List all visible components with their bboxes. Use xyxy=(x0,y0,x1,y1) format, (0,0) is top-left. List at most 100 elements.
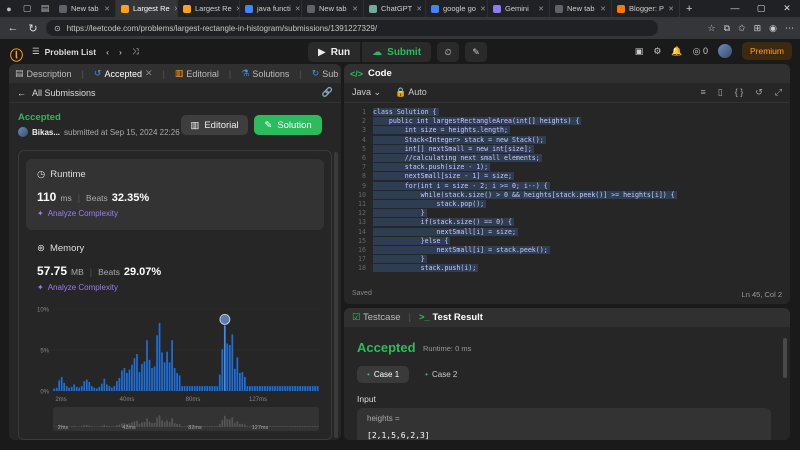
browser-tab[interactable]: ChatGPT ✕ xyxy=(364,0,426,17)
extensions-icon[interactable]: ⊞ xyxy=(754,23,762,34)
close-tab-icon[interactable]: ✕ xyxy=(416,5,422,13)
code-line[interactable]: 14 nextSmall[i] = size; xyxy=(344,227,790,237)
problem-list-link[interactable]: Problem List xyxy=(45,47,96,57)
url-field[interactable]: ⊙ https://leetcode.com/problems/largest-… xyxy=(46,20,658,36)
site-info-icon[interactable]: ⊙ xyxy=(54,24,61,33)
fullscreen-icon[interactable]: ⤢ xyxy=(775,87,782,98)
close-tab-icon[interactable]: ✕ xyxy=(145,68,153,79)
code-line[interactable]: 4 Stack<Integer> stack = new Stack(); xyxy=(344,135,790,145)
braces-icon[interactable]: { } xyxy=(735,87,744,98)
case-2-tab[interactable]: • Case 2 xyxy=(415,366,467,383)
browser-tab[interactable]: New tab ✕ xyxy=(54,0,116,17)
code-line[interactable]: 10 while(stack.size() > 0 && heights[sta… xyxy=(344,190,790,200)
tab-editorial[interactable]: ▥ Editorial xyxy=(175,68,219,79)
left-scrollbar[interactable] xyxy=(334,152,338,438)
next-problem-icon[interactable]: › xyxy=(119,47,122,57)
code-line[interactable]: 7 stack.push(size - 1); xyxy=(344,163,790,172)
star-icon[interactable]: ☆ xyxy=(708,23,716,34)
analyze-complexity-link[interactable]: ✦ Analyze Complexity xyxy=(37,283,313,292)
close-tab-icon[interactable]: ✕ xyxy=(295,5,301,13)
result-scrollbar[interactable] xyxy=(783,338,787,378)
close-tab-icon[interactable]: ✕ xyxy=(668,5,674,13)
editorial-button[interactable]: ▥ Editorial xyxy=(181,115,248,135)
tab-description[interactable]: ▤ Description xyxy=(15,68,72,79)
code-line[interactable]: 8 nextSmall[size - 1] = size; xyxy=(344,172,790,181)
browser-tab[interactable]: Gemini ✕ xyxy=(488,0,550,17)
code-editor[interactable]: 1 class Solution {2 public int largestRec… xyxy=(344,106,790,278)
tab-accepted[interactable]: ↺ Accepted ✕ xyxy=(94,68,153,79)
close-tab-icon[interactable]: ✕ xyxy=(600,5,606,13)
favorites-icon[interactable]: ✩ xyxy=(738,23,746,34)
autocomplete-mode[interactable]: 🔒 Auto xyxy=(395,87,427,98)
solution-button[interactable]: ✎ Solution xyxy=(254,115,322,135)
code-line[interactable]: 2 public int largestRectangleArea(int[] … xyxy=(344,117,790,126)
run-button[interactable]: ▶ Run xyxy=(308,42,361,62)
coin-icon[interactable]: ◎ 0 xyxy=(693,46,708,57)
memory-card[interactable]: ⊛ Memory 57.75 MB | Beats 29.07% ✦ Analy… xyxy=(26,233,324,304)
split-screen-icon[interactable]: ⧉ xyxy=(724,23,730,34)
tab-overview-icon[interactable]: ▤ xyxy=(36,0,54,17)
problem-list-icon[interactable]: ☰ xyxy=(32,46,40,57)
browser-tab[interactable]: google go ✕ xyxy=(426,0,488,17)
code-line[interactable]: 9 for(int i = size - 2; i >= 0; i--) { xyxy=(344,181,790,191)
copilot-icon[interactable]: ◉ xyxy=(769,23,777,34)
bookmark-icon[interactable]: ▯ xyxy=(718,87,723,98)
prev-problem-icon[interactable]: ‹ xyxy=(106,47,109,57)
case-1-tab[interactable]: • Case 1 xyxy=(357,366,410,383)
layout-icon[interactable]: ▣ xyxy=(635,46,644,57)
code-line[interactable]: 11 stack.pop(); xyxy=(344,200,790,209)
notifications-bell-icon[interactable]: 🔔 xyxy=(671,46,682,57)
language-select[interactable]: Java ⌄ xyxy=(352,87,381,98)
tab-submissions[interactable]: ↻ Sub xyxy=(312,68,339,79)
tab-test-result[interactable]: >_ Test Result xyxy=(419,312,483,323)
profile-icon[interactable]: ● xyxy=(0,0,18,17)
close-tab-icon[interactable]: ✕ xyxy=(538,5,544,13)
user-avatar[interactable] xyxy=(717,44,732,58)
runtime-distribution-chart[interactable]: 10% 5% 0% 2ms 40ms 80ms 127ms 2ms 42ms 82ms 127ms xyxy=(19,299,333,439)
runtime-card[interactable]: ◷ Runtime 110 ms | Beats 32.35% ✦ Analyz… xyxy=(26,159,324,230)
link-icon[interactable]: 🔗 xyxy=(322,87,333,98)
timer-icon[interactable]: ⏲ xyxy=(437,42,460,62)
close-window-icon[interactable]: ✕ xyxy=(774,3,800,14)
back-arrow-icon[interactable]: ← xyxy=(6,22,20,34)
browser-tab[interactable]: Largest Re✕ xyxy=(178,0,240,17)
tab-solutions[interactable]: ⚗ Solutions xyxy=(241,68,289,79)
browser-tab[interactable]: New tab ✕ xyxy=(550,0,612,17)
minimize-icon[interactable]: — xyxy=(722,3,748,14)
premium-button[interactable]: Premium xyxy=(741,42,792,60)
code-line[interactable]: 15 }else { xyxy=(344,236,790,246)
leetcode-logo-icon[interactable]: ⓛ xyxy=(10,45,23,63)
settings-gear-icon[interactable]: ⚙ xyxy=(653,46,661,57)
shuffle-icon[interactable]: ⤨ xyxy=(132,46,139,57)
browser-tab[interactable]: Blogger: P ✕ xyxy=(612,0,680,17)
browser-tab[interactable]: Largest Re✕ xyxy=(116,0,178,17)
code-line[interactable]: 3 int size = heights.length; xyxy=(344,126,790,135)
code-line[interactable]: 6 //calculating next small elements; xyxy=(344,154,790,163)
submitter-name[interactable]: Bikas... xyxy=(32,128,60,137)
all-submissions-link[interactable]: All Submissions xyxy=(32,88,96,98)
code-line[interactable]: 18 stack.push(i); xyxy=(344,264,790,273)
code-line[interactable]: 17 } xyxy=(344,255,790,264)
format-icon[interactable]: ≡ xyxy=(701,87,706,98)
submit-button[interactable]: ☁ Submit xyxy=(362,42,432,62)
maximize-icon[interactable]: ▢ xyxy=(748,3,774,14)
notes-icon[interactable]: ✎ xyxy=(465,42,488,62)
code-line[interactable]: 1 class Solution { xyxy=(344,108,790,117)
tab-actions-icon[interactable]: ▢ xyxy=(18,0,36,17)
new-tab-button[interactable]: + xyxy=(680,3,698,15)
tab-testcase[interactable]: ☑ Testcase xyxy=(352,312,401,323)
analyze-complexity-link[interactable]: ✦ Analyze Complexity xyxy=(37,209,313,218)
browser-tab[interactable]: java functi ✕ xyxy=(240,0,302,17)
close-tab-icon[interactable]: ✕ xyxy=(480,5,486,13)
close-tab-icon[interactable]: ✕ xyxy=(352,5,358,13)
code-line[interactable]: 13 if(stack.size() == 0) { xyxy=(344,218,790,227)
menu-dots-icon[interactable]: ⋯ xyxy=(785,23,794,34)
browser-tab[interactable]: New tab ✕ xyxy=(302,0,364,17)
code-line[interactable]: 5 int[] nextSmall = new int[size]; xyxy=(344,144,790,154)
reload-icon[interactable]: ↻ xyxy=(26,22,40,35)
close-tab-icon[interactable]: ✕ xyxy=(104,5,110,13)
code-line[interactable]: 16 nextSmall[i] = stack.peek(); xyxy=(344,246,790,255)
reset-icon[interactable]: ↺ xyxy=(755,87,763,98)
all-submissions-bar[interactable]: ← All Submissions 🔗 xyxy=(9,83,341,103)
code-line[interactable]: 12 } xyxy=(344,209,790,218)
